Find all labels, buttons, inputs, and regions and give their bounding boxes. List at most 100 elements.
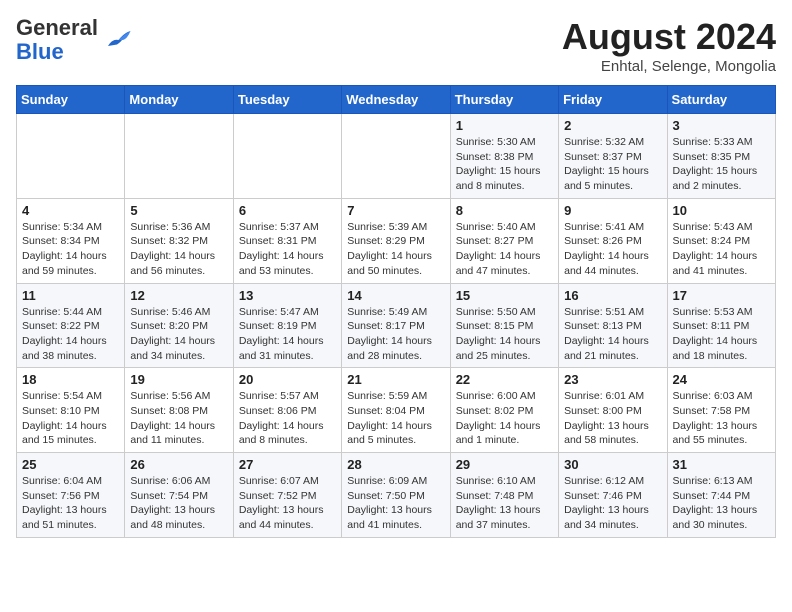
day-info: Sunrise: 5:34 AM Sunset: 8:34 PM Dayligh…	[22, 220, 119, 279]
day-header-sunday: Sunday	[17, 86, 125, 114]
day-number: 26	[130, 457, 227, 472]
calendar-cell: 1 Sunrise: 5:30 AM Sunset: 8:38 PM Daylig…	[450, 114, 558, 199]
day-number: 6	[239, 203, 336, 218]
day-number: 7	[347, 203, 444, 218]
calendar-week-row: 25 Sunrise: 6:04 AM Sunset: 7:56 PM Dayli…	[17, 453, 776, 538]
day-number: 27	[239, 457, 336, 472]
day-number: 10	[673, 203, 770, 218]
day-number: 11	[22, 288, 119, 303]
day-number: 15	[456, 288, 553, 303]
day-info: Sunrise: 5:33 AM Sunset: 8:35 PM Dayligh…	[673, 135, 770, 194]
day-info: Sunrise: 6:09 AM Sunset: 7:50 PM Dayligh…	[347, 474, 444, 533]
calendar-week-row: 18 Sunrise: 5:54 AM Sunset: 8:10 PM Dayli…	[17, 368, 776, 453]
calendar-cell: 27 Sunrise: 6:07 AM Sunset: 7:52 PM Dayli…	[233, 453, 341, 538]
day-info: Sunrise: 5:41 AM Sunset: 8:26 PM Dayligh…	[564, 220, 661, 279]
day-info: Sunrise: 5:50 AM Sunset: 8:15 PM Dayligh…	[456, 305, 553, 364]
calendar-cell: 4Sunrise: 5:34 AM Sunset: 8:34 PM Daylig…	[17, 198, 125, 283]
calendar-cell	[125, 114, 233, 199]
day-number: 3	[673, 118, 770, 133]
day-header-tuesday: Tuesday	[233, 86, 341, 114]
calendar-cell: 28 Sunrise: 6:09 AM Sunset: 7:50 PM Dayli…	[342, 453, 450, 538]
calendar-cell: 18 Sunrise: 5:54 AM Sunset: 8:10 PM Dayli…	[17, 368, 125, 453]
calendar-cell: 6 Sunrise: 5:37 AM Sunset: 8:31 PM Daylig…	[233, 198, 341, 283]
calendar-week-row: 11 Sunrise: 5:44 AM Sunset: 8:22 PM Dayli…	[17, 283, 776, 368]
calendar-cell: 13Sunrise: 5:47 AM Sunset: 8:19 PM Dayli…	[233, 283, 341, 368]
calendar-cell: 8Sunrise: 5:40 AM Sunset: 8:27 PM Daylig…	[450, 198, 558, 283]
title-area: August 2024 Enhtal, Selenge, Mongolia	[562, 16, 776, 75]
calendar-cell: 5Sunrise: 5:36 AM Sunset: 8:32 PM Daylig…	[125, 198, 233, 283]
day-number: 1	[456, 118, 553, 133]
day-info: Sunrise: 5:30 AM Sunset: 8:38 PM Dayligh…	[456, 135, 553, 194]
day-info: Sunrise: 5:44 AM Sunset: 8:22 PM Dayligh…	[22, 305, 119, 364]
day-number: 18	[22, 372, 119, 387]
location-subtitle: Enhtal, Selenge, Mongolia	[562, 58, 776, 75]
calendar-cell: 16 Sunrise: 5:51 AM Sunset: 8:13 PM Dayli…	[559, 283, 667, 368]
day-info: Sunrise: 5:47 AM Sunset: 8:19 PM Dayligh…	[239, 305, 336, 364]
day-info: Sunrise: 6:01 AM Sunset: 8:00 PM Dayligh…	[564, 389, 661, 448]
day-info: Sunrise: 6:07 AM Sunset: 7:52 PM Dayligh…	[239, 474, 336, 533]
day-header-friday: Friday	[559, 86, 667, 114]
day-number: 24	[673, 372, 770, 387]
calendar-cell: 30Sunrise: 6:12 AM Sunset: 7:46 PM Dayli…	[559, 453, 667, 538]
calendar-cell: 10 Sunrise: 5:43 AM Sunset: 8:24 PM Dayli…	[667, 198, 775, 283]
day-number: 23	[564, 372, 661, 387]
day-info: Sunrise: 5:46 AM Sunset: 8:20 PM Dayligh…	[130, 305, 227, 364]
logo-bird-icon	[102, 25, 132, 55]
logo-general: General	[16, 15, 98, 40]
calendar-cell: 24 Sunrise: 6:03 AM Sunset: 7:58 PM Dayli…	[667, 368, 775, 453]
day-number: 25	[22, 457, 119, 472]
calendar-cell: 25 Sunrise: 6:04 AM Sunset: 7:56 PM Dayli…	[17, 453, 125, 538]
calendar-cell: 21Sunrise: 5:59 AM Sunset: 8:04 PM Dayli…	[342, 368, 450, 453]
calendar-cell	[233, 114, 341, 199]
calendar-cell: 15 Sunrise: 5:50 AM Sunset: 8:15 PM Dayli…	[450, 283, 558, 368]
calendar-cell: 23 Sunrise: 6:01 AM Sunset: 8:00 PM Dayli…	[559, 368, 667, 453]
day-number: 9	[564, 203, 661, 218]
calendar-cell: 29 Sunrise: 6:10 AM Sunset: 7:48 PM Dayli…	[450, 453, 558, 538]
calendar-cell: 9 Sunrise: 5:41 AM Sunset: 8:26 PM Daylig…	[559, 198, 667, 283]
logo-blue: Blue	[16, 39, 64, 64]
calendar-week-row: 4Sunrise: 5:34 AM Sunset: 8:34 PM Daylig…	[17, 198, 776, 283]
calendar-cell: 11 Sunrise: 5:44 AM Sunset: 8:22 PM Dayli…	[17, 283, 125, 368]
day-number: 2	[564, 118, 661, 133]
day-info: Sunrise: 5:56 AM Sunset: 8:08 PM Dayligh…	[130, 389, 227, 448]
day-info: Sunrise: 5:54 AM Sunset: 8:10 PM Dayligh…	[22, 389, 119, 448]
day-number: 17	[673, 288, 770, 303]
day-info: Sunrise: 6:13 AM Sunset: 7:44 PM Dayligh…	[673, 474, 770, 533]
calendar-cell	[17, 114, 125, 199]
day-header-monday: Monday	[125, 86, 233, 114]
calendar-table: SundayMondayTuesdayWednesdayThursdayFrid…	[16, 85, 776, 538]
day-info: Sunrise: 5:57 AM Sunset: 8:06 PM Dayligh…	[239, 389, 336, 448]
calendar-week-row: 1 Sunrise: 5:30 AM Sunset: 8:38 PM Daylig…	[17, 114, 776, 199]
day-info: Sunrise: 5:32 AM Sunset: 8:37 PM Dayligh…	[564, 135, 661, 194]
calendar-cell: 31Sunrise: 6:13 AM Sunset: 7:44 PM Dayli…	[667, 453, 775, 538]
day-info: Sunrise: 6:10 AM Sunset: 7:48 PM Dayligh…	[456, 474, 553, 533]
day-number: 21	[347, 372, 444, 387]
day-header-wednesday: Wednesday	[342, 86, 450, 114]
calendar-cell: 26 Sunrise: 6:06 AM Sunset: 7:54 PM Dayli…	[125, 453, 233, 538]
day-number: 19	[130, 372, 227, 387]
day-info: Sunrise: 5:51 AM Sunset: 8:13 PM Dayligh…	[564, 305, 661, 364]
day-number: 14	[347, 288, 444, 303]
day-info: Sunrise: 5:39 AM Sunset: 8:29 PM Dayligh…	[347, 220, 444, 279]
day-number: 12	[130, 288, 227, 303]
day-info: Sunrise: 6:06 AM Sunset: 7:54 PM Dayligh…	[130, 474, 227, 533]
day-info: Sunrise: 6:03 AM Sunset: 7:58 PM Dayligh…	[673, 389, 770, 448]
day-info: Sunrise: 5:40 AM Sunset: 8:27 PM Dayligh…	[456, 220, 553, 279]
month-year-title: August 2024	[562, 16, 776, 58]
day-header-thursday: Thursday	[450, 86, 558, 114]
calendar-cell: 7 Sunrise: 5:39 AM Sunset: 8:29 PM Daylig…	[342, 198, 450, 283]
day-number: 5	[130, 203, 227, 218]
day-info: Sunrise: 6:04 AM Sunset: 7:56 PM Dayligh…	[22, 474, 119, 533]
day-number: 28	[347, 457, 444, 472]
day-info: Sunrise: 5:37 AM Sunset: 8:31 PM Dayligh…	[239, 220, 336, 279]
day-number: 30	[564, 457, 661, 472]
day-number: 22	[456, 372, 553, 387]
day-number: 16	[564, 288, 661, 303]
day-info: Sunrise: 5:53 AM Sunset: 8:11 PM Dayligh…	[673, 305, 770, 364]
calendar-cell: 17 Sunrise: 5:53 AM Sunset: 8:11 PM Dayli…	[667, 283, 775, 368]
day-number: 29	[456, 457, 553, 472]
calendar-cell: 2 Sunrise: 5:32 AM Sunset: 8:37 PM Daylig…	[559, 114, 667, 199]
day-number: 20	[239, 372, 336, 387]
day-info: Sunrise: 6:00 AM Sunset: 8:02 PM Dayligh…	[456, 389, 553, 448]
day-info: Sunrise: 5:43 AM Sunset: 8:24 PM Dayligh…	[673, 220, 770, 279]
